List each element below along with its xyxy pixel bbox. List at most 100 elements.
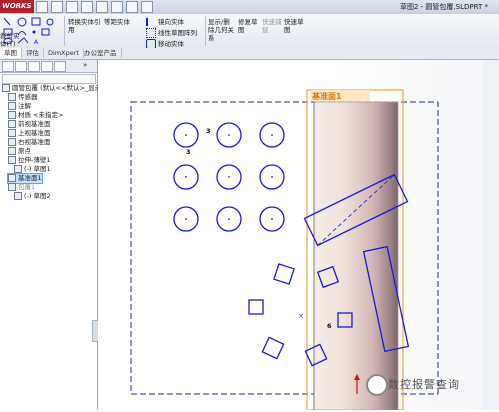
offset-entities-button[interactable]: 等距实体 bbox=[104, 18, 130, 26]
save-icon[interactable] bbox=[66, 1, 78, 13]
circle-center-point bbox=[228, 218, 230, 220]
material-icon bbox=[8, 111, 16, 119]
viewport-edge-shade bbox=[483, 60, 499, 410]
circle-pattern bbox=[173, 122, 285, 232]
tree-item-label: 基准面1 bbox=[18, 174, 42, 182]
rebuild-icon[interactable] bbox=[126, 1, 138, 13]
circle-center-point bbox=[228, 176, 230, 178]
tree-item[interactable]: 包覆1 bbox=[8, 183, 35, 192]
feature-tree-tab-icon[interactable] bbox=[2, 61, 14, 72]
ribbon-separator bbox=[205, 16, 206, 46]
feature-manager-panel: » 圆管包覆 (默认<<默认>_显示状 传感器 注解 材质 <未指定> 前视基准面 上视… bbox=[0, 60, 108, 410]
sketch-square[interactable] bbox=[261, 336, 285, 360]
tree-item[interactable]: (-) 草图2 bbox=[14, 192, 51, 201]
extrude-icon bbox=[8, 156, 16, 164]
tree-item[interactable]: 注解 bbox=[8, 102, 31, 111]
tree-item-label: (-) 草图2 bbox=[24, 192, 51, 200]
tab-sketch[interactable]: 草图 bbox=[0, 48, 22, 58]
command-tabs: 草图 评估 DimXpert 办公室产品 bbox=[0, 48, 499, 60]
rapid-sketch-button[interactable]: 快速草图 bbox=[284, 18, 304, 34]
tree-item[interactable]: 上视基准面 bbox=[8, 129, 51, 138]
watermark-text: 数控报警查询 bbox=[388, 378, 460, 391]
panel-expand-icon[interactable]: » bbox=[83, 61, 91, 70]
tree-item-label: 上视基准面 bbox=[18, 129, 51, 137]
new-file-icon[interactable] bbox=[36, 1, 48, 13]
trim-entities-label-2[interactable]: 体(T) bbox=[0, 38, 16, 48]
sketch-viewport[interactable]: 基准面1 3 3 6 × bbox=[98, 60, 499, 411]
wechat-icon bbox=[366, 374, 388, 396]
tree-item-label: 注解 bbox=[18, 102, 31, 110]
origin-icon bbox=[8, 147, 16, 155]
pattern-icon bbox=[146, 28, 156, 38]
document-title: 草图2 - 圆管包覆.SLDPRT * bbox=[400, 3, 488, 11]
tab-evaluate[interactable]: 评估 bbox=[22, 48, 44, 58]
tree-item-label: (-) 草图1 bbox=[24, 165, 51, 173]
app-logo: WORKS bbox=[0, 0, 34, 13]
quick-access-toolbar bbox=[36, 1, 156, 13]
dimension-label: 3 bbox=[186, 148, 191, 156]
tree-item[interactable]: 材质 <未指定> bbox=[8, 111, 63, 120]
circle-center-point bbox=[185, 218, 187, 220]
part-icon bbox=[2, 84, 10, 92]
tree-item-label: 前视基准面 bbox=[18, 120, 51, 128]
sketch-square[interactable] bbox=[273, 263, 295, 285]
tree-item[interactable]: 原点 bbox=[8, 147, 31, 156]
dimension-label: 3 bbox=[206, 127, 211, 135]
quick-snaps-button[interactable]: 快速捕捉 bbox=[262, 18, 282, 34]
mirror-entities-button[interactable]: 镜向实体 bbox=[146, 16, 184, 26]
tube-cylinder[interactable] bbox=[313, 101, 399, 411]
convert-entities-button[interactable]: 转换实体引用 bbox=[68, 18, 102, 34]
circle-center-point bbox=[185, 134, 187, 136]
svg-text:A: A bbox=[34, 39, 39, 46]
tree-item-label: 包覆1 bbox=[18, 183, 36, 191]
mirror-icon bbox=[146, 18, 156, 26]
command-manager-ribbon: A 裁剪实 体(T) 转换实体引用 等距实体 镜向实体 线性草图阵列 移动实体 … bbox=[0, 14, 499, 49]
title-bar: WORKS 草图2 - 圆管包覆.SLDPRT * bbox=[0, 0, 499, 15]
open-file-icon[interactable] bbox=[51, 1, 63, 13]
circle-center-point bbox=[271, 176, 273, 178]
tree-item-label: 传感器 bbox=[18, 93, 38, 101]
tab-office-products[interactable]: 办公室产品 bbox=[80, 48, 122, 58]
appearance-tab-icon[interactable] bbox=[54, 61, 66, 72]
sketch-icon bbox=[14, 192, 22, 200]
tree-item[interactable]: (-) 草图1 bbox=[14, 165, 51, 174]
select-icon[interactable] bbox=[111, 1, 123, 13]
undo-icon[interactable] bbox=[96, 1, 108, 13]
plane-icon bbox=[8, 174, 16, 182]
origin-marker: × bbox=[298, 312, 304, 320]
plane-icon bbox=[8, 120, 16, 128]
panel-tabs: » bbox=[0, 60, 97, 73]
dimxpert-tab-icon[interactable] bbox=[41, 61, 53, 72]
sketch-square[interactable] bbox=[248, 299, 264, 315]
plane-label: 基准面1 bbox=[311, 91, 342, 101]
tree-item[interactable]: 右视基准面 bbox=[8, 138, 51, 147]
tree-item-label: 原点 bbox=[18, 147, 31, 155]
options-icon[interactable] bbox=[141, 1, 153, 13]
ribbon-separator bbox=[64, 16, 65, 46]
circle-center-point bbox=[271, 134, 273, 136]
watermark: 数控报警查询 bbox=[360, 372, 497, 396]
tree-item-label: 右视基准面 bbox=[18, 138, 51, 146]
repair-sketch-button[interactable]: 修复草图 bbox=[238, 18, 260, 34]
display-relations-button[interactable]: 显示/删除几何关系 bbox=[208, 18, 236, 42]
circle-center-point bbox=[185, 176, 187, 178]
property-tab-icon[interactable] bbox=[15, 61, 27, 72]
circle-center-point bbox=[271, 218, 273, 220]
graphics-area[interactable]: 基准面1 3 3 6 × 数控报警查询 bbox=[98, 60, 499, 411]
tree-item[interactable]: 拉伸-薄壁1 bbox=[8, 156, 50, 165]
plane-icon bbox=[8, 138, 16, 146]
tree-item-label: 拉伸-薄壁1 bbox=[18, 156, 51, 164]
tree-item[interactable]: 传感器 bbox=[8, 93, 38, 102]
linear-pattern-button[interactable]: 线性草图阵列 bbox=[146, 27, 197, 38]
config-tab-icon[interactable] bbox=[28, 61, 40, 72]
tree-item-label: 材质 <未指定> bbox=[18, 111, 64, 119]
wrap-icon bbox=[8, 183, 16, 191]
print-icon[interactable] bbox=[81, 1, 93, 13]
annotation-icon bbox=[8, 102, 16, 110]
sketch-icon bbox=[14, 165, 22, 173]
tree-item[interactable]: 前视基准面 bbox=[8, 120, 51, 129]
tab-dimxpert[interactable]: DimXpert bbox=[44, 48, 84, 58]
tree-item[interactable]: 基准面1 bbox=[7, 173, 43, 184]
tree-root[interactable]: 圆管包覆 (默认<<默认>_显示状 bbox=[2, 84, 108, 93]
tree-filter-bar[interactable] bbox=[2, 74, 96, 84]
